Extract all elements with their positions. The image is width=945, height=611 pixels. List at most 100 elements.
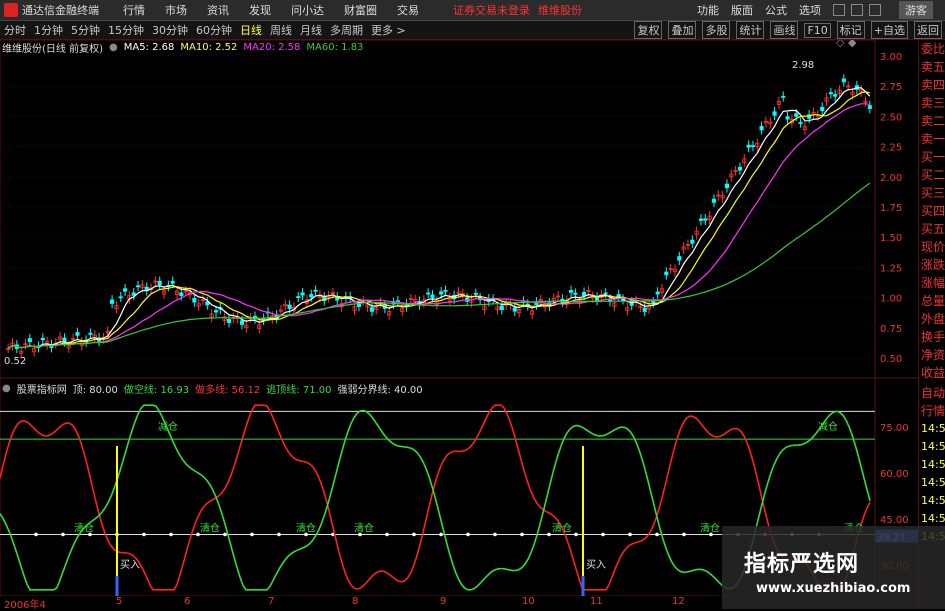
menu-item-market[interactable]: 市场 bbox=[165, 2, 187, 18]
f10-button[interactable]: F10 bbox=[804, 22, 831, 38]
candle-body-160 bbox=[698, 218, 704, 221]
strong-dot-21 bbox=[601, 532, 605, 537]
candle-body-169 bbox=[737, 166, 743, 171]
price-y-axis: 3.00 2.75 2.50 2.25 2.00 1.75 1.50 1.25 1.00 0.75… bbox=[880, 52, 902, 365]
indicator-settings-icon[interactable]: ● bbox=[2, 383, 11, 394]
indicator-escape: 逃顶线: 71.00 bbox=[266, 384, 332, 396]
period-tab-15min[interactable]: 15分钟 bbox=[108, 22, 144, 38]
candle-body-117 bbox=[512, 307, 517, 312]
price-tick-8: 1.00 bbox=[880, 294, 902, 305]
x-label-2: 6 bbox=[184, 596, 191, 607]
period-tab-daily[interactable]: 日线 bbox=[240, 22, 262, 38]
ma20-line bbox=[7, 103, 870, 349]
candle-body-24 bbox=[110, 299, 115, 304]
menu-formula[interactable]: 公式 bbox=[765, 2, 787, 18]
candle-body-190 bbox=[828, 92, 833, 95]
menu-item-quotes[interactable]: 行情 bbox=[123, 2, 145, 18]
period-tab-1min[interactable]: 1分钟 bbox=[34, 22, 63, 38]
period-tab-multi[interactable]: 多周期 bbox=[330, 22, 363, 38]
settings-icon[interactable]: ● bbox=[109, 42, 118, 53]
strong-dot-0 bbox=[34, 532, 38, 537]
candle-body-26 bbox=[118, 296, 123, 299]
ma10-value: MA10: 2.52 bbox=[180, 41, 238, 53]
menu-item-trade[interactable]: 交易 bbox=[397, 2, 419, 18]
watermark-title: 指标严选网 bbox=[744, 552, 860, 577]
minimize-icon[interactable] bbox=[833, 4, 845, 16]
strong-dot-16 bbox=[466, 532, 470, 537]
menu-item-news[interactable]: 资讯 bbox=[207, 2, 229, 18]
candle-body-130 bbox=[569, 290, 574, 293]
diamond-icon[interactable]: ◇ ◆ bbox=[836, 40, 857, 49]
strong-dot-15 bbox=[439, 532, 443, 537]
candle-body-68 bbox=[300, 292, 305, 296]
menu-item-wealth[interactable]: 财富圈 bbox=[344, 2, 377, 18]
candle-body-67 bbox=[296, 296, 301, 298]
clear-label-0: 清仓 bbox=[74, 521, 94, 534]
strong-dot-7 bbox=[223, 532, 227, 537]
menu-item-ask[interactable]: 问小达 bbox=[291, 2, 324, 18]
mark-button[interactable]: 标记 bbox=[836, 21, 865, 39]
strong-dot-1 bbox=[61, 532, 65, 537]
menu-function[interactable]: 功能 bbox=[697, 2, 719, 18]
candle-body-155 bbox=[677, 256, 682, 261]
ma60-line bbox=[7, 182, 871, 349]
login-warning[interactable]: 证券交易未登录 bbox=[453, 2, 530, 18]
period-tab-intraday[interactable]: 分时 bbox=[4, 22, 26, 38]
clear-label-5: 清仓 bbox=[700, 521, 720, 534]
price-tick-6: 1.50 bbox=[880, 233, 902, 244]
multi-stock-button[interactable]: 多股 bbox=[702, 21, 731, 39]
stats-button[interactable]: 统计 bbox=[736, 21, 765, 39]
adjust-button[interactable]: 复权 bbox=[634, 21, 663, 39]
menu-layout[interactable]: 版面 bbox=[731, 2, 753, 18]
side-bottom-item-2: 14:55 bbox=[921, 422, 945, 435]
menu-options[interactable]: 选项 bbox=[799, 2, 821, 18]
draw-button[interactable]: 画线 bbox=[770, 21, 799, 39]
x-label-7: 11 bbox=[590, 596, 603, 607]
period-tab-weekly[interactable]: 周线 bbox=[270, 22, 292, 38]
overlay-button[interactable]: 叠加 bbox=[668, 21, 697, 39]
quote-side-panel: 委比 卖五 卖四 卖三 卖二 卖一 买一 买二 买三 买四 买五 现价 涨跌 涨幅 总量 外盘 换手 净资 收益 自… bbox=[918, 40, 945, 609]
price-tick-0: 3.00 bbox=[880, 52, 902, 63]
candle-body-98 bbox=[430, 294, 435, 298]
user-button[interactable]: 游客 bbox=[899, 1, 933, 19]
period-tab-30min[interactable]: 30分钟 bbox=[152, 22, 188, 38]
period-tab-monthly[interactable]: 月线 bbox=[300, 22, 322, 38]
candle-body-141 bbox=[616, 294, 621, 298]
menu-item-discover[interactable]: 发现 bbox=[249, 2, 271, 18]
stock-chart[interactable]: 3.00 2.75 2.50 2.25 2.00 1.75 1.50 1.25 1.00 0.75… bbox=[0, 40, 918, 596]
side-item-0: 委比 bbox=[921, 42, 945, 56]
period-tab-60min[interactable]: 60分钟 bbox=[196, 22, 232, 38]
period-toolbar: 分时 1分钟 5分钟 15分钟 30分钟 60分钟 日线 周线 月线 多周期 更… bbox=[0, 21, 945, 40]
chart-border bbox=[0, 40, 876, 596]
back-button[interactable]: 返回 bbox=[914, 21, 942, 39]
add-watchlist-button[interactable]: +自选 bbox=[870, 21, 908, 39]
side-item-6: 买一 bbox=[921, 150, 945, 164]
candle-body-199 bbox=[867, 105, 872, 109]
period-tab-more[interactable]: 更多 > bbox=[371, 22, 406, 38]
candle-body-40 bbox=[179, 292, 184, 297]
candle-body-149 bbox=[651, 301, 656, 304]
menu-bar: 通达信金融终端 行情 市场 资讯 发现 问小达 财富圈 交易 证券交易未登录 维… bbox=[0, 0, 945, 21]
price-tick-1: 2.75 bbox=[880, 82, 902, 93]
candle-body-54 bbox=[239, 320, 245, 325]
side-bottom-item-0[interactable]: 自动 bbox=[919, 384, 945, 402]
stock-name-label: 维维股份 bbox=[538, 4, 582, 17]
side-item-7: 买二 bbox=[921, 168, 945, 182]
strong-dot-18 bbox=[520, 532, 524, 537]
high-price-label: 2.98 bbox=[792, 60, 814, 71]
app-title: 通达信金融终端 bbox=[22, 4, 99, 17]
candle-body-65 bbox=[287, 304, 292, 309]
maximize-icon[interactable] bbox=[851, 4, 863, 16]
price-tick-9: 0.75 bbox=[880, 324, 902, 335]
candle-body-172 bbox=[750, 145, 755, 148]
side-item-16: 换手 bbox=[921, 330, 945, 344]
side-bottom-item-1[interactable]: 行情 bbox=[919, 402, 945, 420]
indicator-name: 股票指标网 bbox=[16, 384, 67, 396]
side-item-12: 涨跌 bbox=[921, 258, 945, 272]
right-menu: 功能 版面 公式 选项 游客 bbox=[697, 0, 945, 20]
x-label-1: 5 bbox=[116, 596, 123, 607]
candle-body-71 bbox=[313, 289, 318, 292]
period-tab-5min[interactable]: 5分钟 bbox=[71, 22, 100, 38]
close-icon[interactable] bbox=[869, 4, 881, 16]
side-item-14: 总量 bbox=[921, 294, 945, 308]
